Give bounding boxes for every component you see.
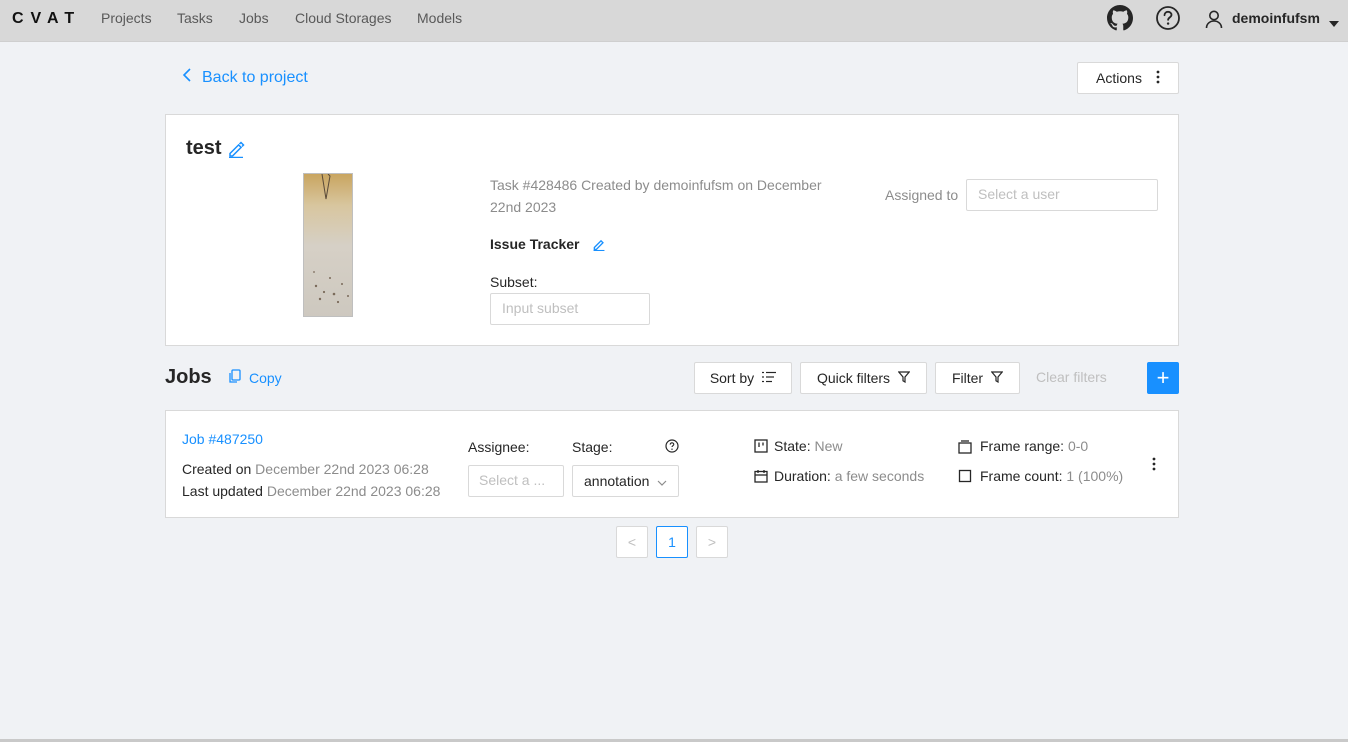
filter-label: Filter bbox=[951, 370, 984, 386]
filter-icon bbox=[990, 370, 1004, 386]
state-value: New bbox=[814, 438, 843, 454]
task-title: test bbox=[186, 137, 222, 159]
nav-tasks[interactable]: Tasks bbox=[177, 10, 213, 26]
question-circle-icon[interactable] bbox=[665, 439, 679, 458]
pagination-prev[interactable]: < bbox=[616, 526, 648, 558]
job-card: Job #487250 Created on December 22nd 202… bbox=[165, 410, 1179, 518]
chevron-down-icon bbox=[657, 473, 667, 489]
add-job-button[interactable]: + bbox=[1147, 362, 1179, 394]
created-value: December 22nd 2023 06:28 bbox=[255, 461, 429, 477]
job-duration: Duration: a few seconds bbox=[774, 468, 924, 484]
assigned-to-label: Assigned to bbox=[885, 187, 959, 203]
quick-filters-button[interactable]: Quick filters bbox=[800, 362, 927, 394]
created-label: Created on bbox=[182, 461, 252, 477]
back-label: Back to project bbox=[202, 68, 308, 86]
task-info-text: Task #428486 Created by demoinfufsm on D… bbox=[490, 177, 822, 215]
job-link[interactable]: Job #487250 bbox=[182, 431, 263, 447]
frame-count-label: Frame count: bbox=[980, 468, 1063, 484]
stage-label: Stage: bbox=[572, 439, 613, 455]
sort-by-button[interactable]: Sort by bbox=[694, 362, 792, 394]
nav-projects[interactable]: Projects bbox=[101, 10, 152, 26]
task-details-card: test Task #428486 Created by demoinfufsm bbox=[165, 114, 1179, 346]
nav-cloud-storages[interactable]: Cloud Storages bbox=[295, 10, 392, 26]
job-frame-range: Frame range: 0-0 bbox=[980, 438, 1088, 454]
state-label: State: bbox=[774, 438, 811, 454]
nav-jobs[interactable]: Jobs bbox=[239, 10, 269, 26]
username[interactable]: demoinfufsm bbox=[1232, 10, 1320, 26]
pagination-next[interactable]: > bbox=[696, 526, 728, 558]
copy-icon bbox=[229, 369, 241, 386]
help-icon[interactable] bbox=[1155, 5, 1181, 36]
filter-button[interactable]: Filter bbox=[935, 362, 1020, 394]
calendar-icon bbox=[754, 469, 768, 488]
frame-count-icon bbox=[958, 469, 972, 488]
edit-issue-tracker-icon[interactable] bbox=[592, 237, 606, 256]
frame-range-icon bbox=[958, 440, 972, 459]
state-icon bbox=[754, 439, 768, 458]
job-assignee-select[interactable]: Select a ... bbox=[468, 465, 564, 497]
nav-models[interactable]: Models bbox=[417, 10, 462, 26]
job-updated: Last updated December 22nd 2023 06:28 bbox=[182, 483, 440, 499]
updated-label: Last updated bbox=[182, 483, 263, 499]
job-more-icon[interactable] bbox=[1152, 457, 1156, 476]
frame-range-label: Frame range: bbox=[980, 438, 1065, 454]
sort-list-icon bbox=[762, 370, 777, 386]
filter-icon bbox=[897, 370, 911, 386]
copy-button[interactable]: Copy bbox=[229, 369, 282, 386]
more-vertical-icon bbox=[1156, 70, 1160, 87]
edit-title-icon[interactable] bbox=[227, 140, 245, 163]
assignee-label: Assignee: bbox=[468, 439, 530, 455]
github-icon[interactable] bbox=[1107, 5, 1133, 36]
job-state: State: New bbox=[774, 438, 843, 454]
frame-count-value: 1 (100%) bbox=[1066, 468, 1124, 484]
sort-by-label: Sort by bbox=[709, 370, 755, 386]
back-to-project-link[interactable]: Back to project bbox=[182, 68, 308, 87]
user-icon[interactable] bbox=[1204, 9, 1224, 34]
duration-value: a few seconds bbox=[834, 468, 925, 484]
actions-button[interactable]: Actions bbox=[1077, 62, 1179, 94]
issue-tracker-label: Issue Tracker bbox=[490, 236, 580, 252]
frame-range-value: 0-0 bbox=[1067, 438, 1089, 454]
assignee-user-select[interactable]: Select a user bbox=[966, 179, 1158, 211]
job-stage-select[interactable]: annotation bbox=[572, 465, 679, 497]
stage-value: annotation bbox=[584, 473, 650, 489]
caret-down-icon[interactable] bbox=[1329, 15, 1339, 33]
chevron-left-icon bbox=[182, 68, 192, 87]
clear-filters-button[interactable]: Clear filters bbox=[1036, 369, 1107, 385]
quick-filters-label: Quick filters bbox=[816, 370, 891, 386]
pagination-page-1[interactable]: 1 bbox=[656, 526, 688, 558]
job-frame-count: Frame count: 1 (100%) bbox=[980, 468, 1123, 484]
copy-label: Copy bbox=[249, 369, 282, 386]
task-preview-image bbox=[303, 173, 353, 317]
duration-label: Duration: bbox=[774, 468, 831, 484]
actions-label: Actions bbox=[1096, 70, 1142, 86]
subset-label: Subset: bbox=[490, 274, 538, 290]
updated-value: December 22nd 2023 06:28 bbox=[266, 483, 441, 499]
subset-input[interactable]: Input subset bbox=[490, 293, 650, 325]
job-created: Created on December 22nd 2023 06:28 bbox=[182, 461, 429, 477]
jobs-title: Jobs bbox=[165, 366, 212, 388]
top-header: CVAT Projects Tasks Jobs Cloud Storages … bbox=[0, 0, 1348, 42]
cvat-logo[interactable]: CVAT bbox=[12, 10, 81, 28]
